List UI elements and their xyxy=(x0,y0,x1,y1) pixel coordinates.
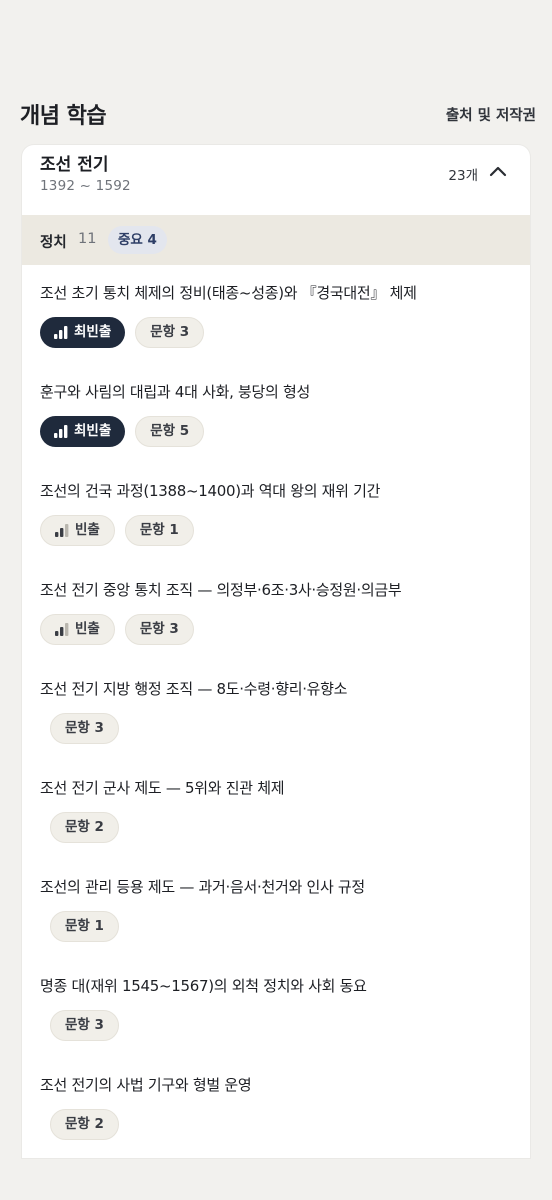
section-count: 11 xyxy=(78,231,97,247)
topic-list: 조선 초기 통치 체제의 정비(태종~성종)와 『경국대전』 체제 최빈출 문항 3… xyxy=(22,265,530,1156)
topic-tags: 빈출 문항 1 xyxy=(40,515,194,547)
topic-count: 23개 xyxy=(448,168,478,184)
topic-title: 조선 전기의 사법 기구와 형벌 운영 xyxy=(40,1076,252,1094)
topic-item[interactable]: 명종 대(재위 1545~1567)의 외척 정치와 사회 동요문항 3 xyxy=(22,958,530,1057)
page-title: 개념 학습 xyxy=(20,104,107,129)
question-count-badge: 문항 2 xyxy=(50,1109,119,1140)
section-header: 정치 11 중요 4 xyxy=(22,215,530,265)
topic-tags: 최빈출 문항 3 xyxy=(40,317,205,349)
topic-item[interactable]: 조선 전기 군사 제도 — 5위와 진관 체제문항 2 xyxy=(22,760,530,859)
question-count-badge: 문항 1 xyxy=(50,911,119,942)
frequency-badge: 빈출 xyxy=(40,614,115,645)
topic-tags: 문항 2 xyxy=(50,812,119,844)
topic-title: 훈구와 사림의 대립과 4대 사화, 붕당의 형성 xyxy=(40,383,311,401)
question-count-badge: 문항 3 xyxy=(124,614,194,645)
period-range: 1392 ~ 1592 xyxy=(40,178,131,194)
topic-tags: 문항 3 xyxy=(50,1010,119,1042)
frequency-label: 빈출 xyxy=(75,621,100,637)
topic-item[interactable]: 훈구와 사림의 대립과 4대 사화, 붕당의 형성최빈출 문항 5 xyxy=(22,364,530,463)
frequency-label: 최빈출 xyxy=(74,423,112,439)
frequency-bars-icon xyxy=(54,326,68,339)
frequency-bars-icon xyxy=(55,623,69,636)
important-badge: 중요 4 xyxy=(108,226,167,254)
question-count-badge: 문항 3 xyxy=(50,1010,119,1041)
topic-item[interactable]: 조선 전기 중앙 통치 조직 — 의정부·6조·3사·승정원·의금부빈출 문항 3 xyxy=(22,562,530,661)
question-count-badge: 문항 5 xyxy=(135,416,205,447)
topic-tags: 최빈출 문항 5 xyxy=(40,416,205,448)
period-card: 조선 전기 1392 ~ 1592 23개 정치 11 중요 4 조선 초기 통… xyxy=(22,145,530,1158)
chevron-up-icon[interactable] xyxy=(488,164,508,178)
page-header: 개념 학습 출처 및 저작권 xyxy=(0,88,552,138)
topic-item[interactable]: 조선 초기 통치 체제의 정비(태종~성종)와 『경국대전』 체제최빈출 문항 3 xyxy=(22,265,530,364)
frequency-label: 최빈출 xyxy=(74,324,112,340)
period-title: 조선 전기 xyxy=(40,155,109,175)
question-count-badge: 문항 3 xyxy=(135,317,205,348)
frequency-badge: 빈출 xyxy=(40,515,115,546)
topic-item[interactable]: 조선의 관리 등용 제도 — 과거·음서·천거와 인사 규정문항 1 xyxy=(22,859,530,958)
topic-tags: 빈출 문항 3 xyxy=(40,614,194,646)
question-count-badge: 문항 2 xyxy=(50,812,119,843)
frequency-badge: 최빈출 xyxy=(40,317,126,348)
topic-title: 조선 초기 통치 체제의 정비(태종~성종)와 『경국대전』 체제 xyxy=(40,284,417,302)
topic-title: 조선의 건국 과정(1388~1400)과 역대 왕의 재위 기간 xyxy=(40,482,381,500)
topic-title: 조선 전기 지방 행정 조직 — 8도·수령·향리·유향소 xyxy=(40,680,348,698)
section-name: 정치 xyxy=(40,235,67,251)
topic-tags: 문항 1 xyxy=(50,911,119,943)
frequency-bars-icon xyxy=(54,425,68,438)
topic-title: 조선 전기 군사 제도 — 5위와 진관 체제 xyxy=(40,779,285,797)
topic-title: 조선 전기 중앙 통치 조직 — 의정부·6조·3사·승정원·의금부 xyxy=(40,581,402,599)
frequency-label: 빈출 xyxy=(75,522,100,538)
period-header[interactable]: 조선 전기 1392 ~ 1592 23개 xyxy=(22,145,530,215)
topic-tags: 문항 2 xyxy=(50,1109,119,1141)
frequency-bars-icon xyxy=(55,524,69,537)
question-count-badge: 문항 1 xyxy=(124,515,194,546)
frequency-badge: 최빈출 xyxy=(40,416,126,447)
topic-item[interactable]: 조선의 건국 과정(1388~1400)과 역대 왕의 재위 기간빈출 문항 1 xyxy=(22,463,530,562)
question-count-badge: 문항 3 xyxy=(50,713,119,744)
concept-study-page: 개념 학습 출처 및 저작권 조선 전기 1392 ~ 1592 23개 정치 … xyxy=(0,0,552,1200)
topic-item[interactable]: 조선 전기 지방 행정 조직 — 8도·수령·향리·유향소문항 3 xyxy=(22,661,530,760)
topic-item[interactable]: 조선 전기의 사법 기구와 형벌 운영문항 2 xyxy=(22,1057,530,1156)
source-copyright-link[interactable]: 출처 및 저작권 xyxy=(446,104,536,125)
topic-title: 명종 대(재위 1545~1567)의 외척 정치와 사회 동요 xyxy=(40,977,367,995)
topic-tags: 문항 3 xyxy=(50,713,119,745)
topic-title: 조선의 관리 등용 제도 — 과거·음서·천거와 인사 규정 xyxy=(40,878,365,896)
